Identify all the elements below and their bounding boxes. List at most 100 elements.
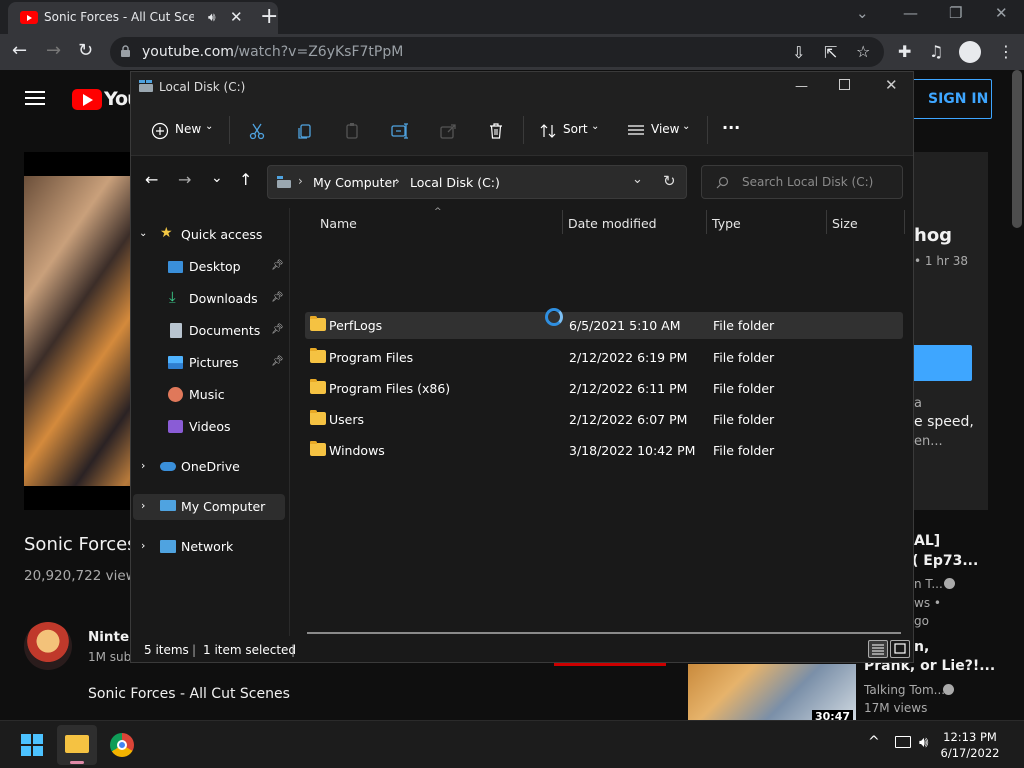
column-header-type[interactable]: Type — [712, 216, 741, 231]
nav-onedrive[interactable]: › OneDrive — [131, 454, 289, 480]
media-control-icon[interactable]: ♫ — [929, 42, 943, 61]
details-view-icon[interactable] — [868, 640, 888, 658]
expand-chevron-icon[interactable]: ⌄ — [139, 228, 147, 239]
tab-audio-icon[interactable]: 🔊︎ — [208, 10, 216, 25]
cut-icon[interactable] — [247, 121, 267, 141]
nav-videos[interactable]: Videos — [131, 414, 289, 440]
nav-quick-access[interactable]: ⌄ ★ Quick access — [131, 222, 289, 248]
pin-icon[interactable]: 📌︎ — [271, 292, 284, 303]
nav-documents[interactable]: Documents 📌︎ — [131, 318, 289, 344]
sort-ascending-icon: ^ — [434, 207, 442, 217]
reload-button[interactable]: ↻ — [78, 40, 93, 61]
explorer-title-bar[interactable]: Local Disk (C:) — ✕ — [131, 72, 913, 104]
file-row-perflogs[interactable]: PerfLogs 6/5/2021 5:10 AM File folder — [305, 312, 903, 339]
nav-downloads[interactable]: ⤓ Downloads 📌︎ — [131, 286, 289, 312]
install-icon[interactable]: ⇩ — [792, 43, 805, 62]
rec2-line-1[interactable]: n, — [914, 639, 929, 655]
pin-icon[interactable]: 📌︎ — [271, 324, 284, 335]
youtube-logo-icon[interactable] — [72, 89, 102, 110]
nav-music[interactable]: Music — [131, 382, 289, 408]
new-tab-button[interactable]: + — [260, 4, 278, 29]
more-options-icon[interactable]: ··· — [722, 118, 740, 137]
sort-icon[interactable] — [538, 121, 558, 141]
channel-avatar[interactable] — [24, 622, 72, 670]
new-button[interactable]: New — [175, 122, 201, 136]
network-monitor-icon[interactable] — [895, 736, 911, 748]
extensions-icon[interactable]: ✚ — [898, 42, 911, 61]
view-icon[interactable] — [626, 121, 646, 141]
close-button[interactable]: ✕ — [995, 4, 1008, 22]
browser-tab[interactable]: Sonic Forces - All Cut Scenes 🔊︎ ✕ — [8, 2, 278, 34]
file-row-users[interactable]: Users 2/12/2022 6:07 PM File folder — [305, 406, 903, 433]
tiles-view-icon[interactable] — [890, 640, 910, 658]
breadcrumb-my-computer[interactable]: My Computer — [313, 175, 397, 190]
column-header-name[interactable]: Name — [320, 216, 357, 231]
tab-search-icon[interactable]: ⌄ — [856, 4, 869, 22]
sort-button[interactable]: Sort — [563, 122, 588, 136]
paste-icon[interactable] — [342, 121, 362, 141]
breadcrumb-bar[interactable]: › My Computer › Local Disk (C:) ⌄ ↻ — [267, 165, 687, 199]
expand-chevron-icon[interactable]: › — [141, 499, 145, 512]
chrome-icon[interactable] — [110, 733, 134, 757]
tab-close-icon[interactable]: ✕ — [230, 8, 243, 26]
expand-chevron-icon[interactable]: › — [141, 459, 145, 472]
file-row-program-files-x86[interactable]: Program Files (x86) 2/12/2022 6:11 PM Fi… — [305, 375, 903, 402]
rec1-line-2[interactable]: ( Ep73... — [912, 553, 978, 569]
explorer-maximize-button[interactable] — [839, 79, 850, 90]
bookmark-star-icon[interactable]: ☆ — [856, 42, 870, 61]
pin-icon[interactable]: 📌︎ — [271, 356, 284, 367]
share-icon[interactable]: ⇱ — [824, 43, 837, 62]
file-row-windows[interactable]: Windows 3/18/2022 10:42 PM File folder — [305, 437, 903, 464]
tray-overflow-icon[interactable]: ^ — [868, 734, 880, 750]
nav-my-computer[interactable]: › My Computer — [133, 494, 285, 520]
windows-start-icon[interactable] — [21, 734, 43, 756]
address-bar[interactable]: youtube.com/watch?v=Z6yKsF7tPpM ⇩ ⇱ ☆ — [110, 37, 884, 67]
recent-locations-chevron-icon[interactable]: ⌄ — [211, 170, 223, 186]
chrome-menu-icon[interactable]: ⋮ — [998, 42, 1014, 61]
column-header-size[interactable]: Size — [832, 216, 858, 231]
side-title: hog — [914, 225, 953, 246]
pin-icon[interactable]: 📌︎ — [271, 260, 284, 271]
share-icon[interactable] — [438, 121, 458, 141]
expand-chevron-icon[interactable]: › — [141, 539, 145, 552]
hamburger-menu-icon[interactable] — [25, 90, 45, 106]
pane-splitter[interactable] — [289, 208, 290, 636]
profile-avatar-icon[interactable] — [959, 41, 981, 63]
column-divider[interactable] — [904, 210, 905, 234]
copy-icon[interactable] — [295, 121, 315, 141]
rec1-line-1[interactable]: AL] — [914, 533, 940, 549]
view-button[interactable]: View — [651, 122, 679, 136]
column-header-date[interactable]: Date modified — [568, 216, 657, 231]
forward-button[interactable]: → — [46, 40, 61, 61]
rename-icon[interactable] — [390, 121, 410, 141]
address-dropdown-icon[interactable]: ⌄ — [632, 172, 643, 187]
forward-arrow-icon[interactable]: → — [178, 170, 191, 189]
new-plus-icon[interactable] — [150, 121, 170, 141]
volume-icon[interactable]: 🔊︎ — [919, 733, 928, 751]
search-box[interactable]: Search Local Disk (C:) — [701, 165, 903, 199]
file-row-program-files[interactable]: Program Files 2/12/2022 6:19 PM File fol… — [305, 344, 903, 371]
column-divider[interactable] — [706, 210, 707, 234]
explorer-minimize-button[interactable]: — — [795, 79, 808, 94]
system-clock[interactable]: 12:13 PM 6/17/2022 — [940, 729, 1000, 761]
nav-network[interactable]: › Network — [131, 534, 289, 560]
taskbar-file-explorer[interactable] — [57, 725, 97, 765]
chevron-down-icon[interactable]: ⌄ — [205, 121, 213, 132]
minimize-button[interactable]: — — [903, 4, 918, 22]
refresh-icon[interactable]: ↻ — [663, 172, 676, 190]
delete-icon[interactable] — [486, 121, 506, 141]
column-divider[interactable] — [562, 210, 563, 234]
horizontal-scrollbar[interactable] — [307, 632, 901, 634]
chevron-down-icon[interactable]: ⌄ — [682, 121, 690, 132]
back-button[interactable]: ← — [12, 40, 27, 61]
up-arrow-icon[interactable]: ↑ — [239, 170, 252, 189]
chevron-down-icon[interactable]: ⌄ — [591, 121, 599, 132]
back-arrow-icon[interactable]: ← — [145, 170, 158, 189]
column-divider[interactable] — [826, 210, 827, 234]
explorer-close-button[interactable]: ✕ — [885, 76, 898, 94]
nav-desktop[interactable]: Desktop 📌︎ — [131, 254, 289, 280]
breadcrumb-local-disk[interactable]: Local Disk (C:) — [410, 175, 500, 190]
page-scrollbar[interactable] — [1012, 70, 1022, 228]
restore-button[interactable]: ❐ — [949, 4, 962, 22]
nav-pictures[interactable]: Pictures 📌︎ — [131, 350, 289, 376]
